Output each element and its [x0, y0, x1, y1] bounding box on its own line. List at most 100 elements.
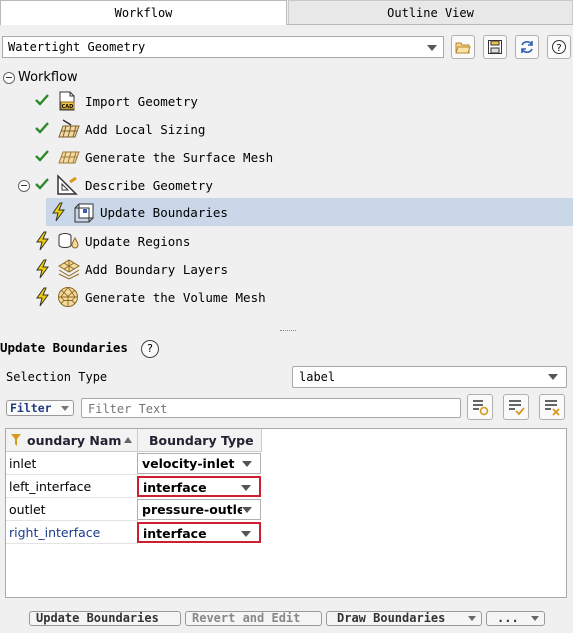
table-header: oundary Nam Boundary Type — [6, 429, 566, 452]
refresh-icon — [521, 41, 533, 53]
checkmark-icon — [35, 150, 49, 162]
describe-geometry-icon — [57, 174, 78, 195]
lightning-icon — [36, 287, 49, 307]
tree-item-label: Import Geometry — [85, 94, 198, 109]
selection-type-select[interactable]: label — [292, 366, 567, 388]
clear-selection-button[interactable] — [539, 394, 565, 420]
draw-boundaries-button[interactable]: Draw Boundaries — [326, 611, 482, 626]
lightning-icon — [36, 259, 49, 279]
boundary-name: outlet — [9, 502, 46, 517]
chevron-down-icon — [242, 461, 252, 467]
boundary-table: oundary Nam Boundary Type inlet velocity… — [5, 428, 567, 598]
tree-item-generate-surface-mesh[interactable]: Generate the Surface Mesh — [0, 143, 573, 171]
chevron-down-icon — [241, 531, 251, 537]
chevron-down-icon — [548, 374, 558, 380]
filter-text-field[interactable] — [81, 398, 461, 418]
filter-settings-icon — [473, 400, 489, 416]
filter-mode-label: Filter — [10, 401, 52, 415]
tree-item-label: Add Boundary Layers — [85, 262, 228, 277]
boundary-name-cell[interactable]: outlet — [6, 498, 138, 521]
panel-splitter[interactable] — [280, 330, 296, 334]
panel-help-button[interactable]: ? — [141, 340, 159, 358]
workflow-help-button[interactable]: ? — [547, 35, 571, 59]
column-header-boundary-name[interactable]: oundary Nam — [6, 429, 138, 452]
boundary-type-value: velocity-inlet — [142, 456, 235, 471]
volume-mesh-icon — [58, 286, 78, 307]
boundary-type-value: interface — [143, 480, 207, 495]
table-row[interactable]: right_interface interface — [6, 521, 566, 544]
tree-item-label: Generate the Volume Mesh — [85, 290, 266, 305]
tree-item-import-geometry[interactable]: CAD Import Geometry — [0, 87, 573, 115]
checkmark-icon — [35, 94, 49, 106]
chevron-down-icon — [61, 406, 69, 411]
filter-mode-button[interactable]: Filter — [6, 400, 74, 416]
check-list-icon — [509, 400, 525, 416]
panel-title: Update Boundaries — [0, 340, 128, 355]
clear-list-icon — [545, 400, 560, 416]
boundary-name-cell[interactable]: inlet — [6, 452, 138, 475]
table-row[interactable]: inlet velocity-inlet — [6, 452, 566, 475]
chevron-down-icon — [427, 45, 437, 51]
lightning-icon — [52, 202, 65, 222]
help-icon: ? — [147, 342, 153, 355]
checkmark-icon — [35, 178, 49, 190]
local-sizing-icon — [58, 119, 80, 138]
tree-item-generate-volume-mesh[interactable]: Generate the Volume Mesh — [0, 283, 573, 311]
table-row[interactable]: outlet pressure-outle — [6, 498, 566, 521]
refresh-workflow-button[interactable] — [515, 35, 539, 59]
tree-item-add-boundary-layers[interactable]: Add Boundary Layers — [0, 255, 573, 283]
filter-options-button[interactable] — [467, 394, 493, 420]
collapse-icon[interactable] — [3, 72, 15, 84]
surface-mesh-icon — [58, 151, 80, 164]
help-icon: ? — [552, 40, 566, 54]
checkmark-icon — [35, 122, 49, 134]
boundary-type-value: interface — [143, 526, 207, 541]
cad-import-icon: CAD — [59, 91, 75, 111]
tab-workflow[interactable]: Workflow — [0, 0, 287, 25]
chevron-down-icon — [242, 507, 252, 513]
tree-item-add-local-sizing[interactable]: Add Local Sizing — [0, 115, 573, 143]
tab-bar: Workflow Outline View — [0, 0, 573, 25]
column-header-boundary-type[interactable]: Boundary Type — [138, 429, 262, 452]
button-label: Draw Boundaries — [337, 611, 446, 625]
boundary-type-select[interactable]: pressure-outle — [137, 499, 261, 520]
boundary-layers-icon — [58, 259, 80, 280]
tree-item-describe-geometry[interactable]: Describe Geometry — [0, 171, 573, 199]
tree-item-label: Update Regions — [85, 234, 191, 249]
selection-type-value: label — [299, 370, 336, 384]
filter-text-input[interactable] — [86, 400, 460, 418]
tab-outline-view[interactable]: Outline View — [288, 0, 573, 24]
boundary-name-cell[interactable]: left_interface — [6, 475, 138, 498]
workflow-type-value: Watertight Geometry — [8, 40, 146, 54]
save-workflow-button[interactable] — [483, 35, 507, 59]
boundary-type-select[interactable]: interface — [137, 522, 261, 543]
button-label: Revert and Edit — [192, 611, 301, 625]
chevron-down-icon — [531, 616, 539, 621]
table-row[interactable]: left_interface interface — [6, 475, 566, 498]
boundary-type-select[interactable]: interface — [137, 476, 261, 497]
collapse-icon[interactable] — [18, 180, 30, 192]
boundary-name: right_interface — [9, 525, 101, 540]
open-workflow-button[interactable] — [451, 35, 475, 59]
filter-funnel-icon — [11, 434, 21, 446]
update-boundaries-button[interactable]: Update Boundaries — [29, 611, 181, 626]
boundary-name-cell[interactable]: right_interface — [6, 521, 138, 544]
workflow-type-select[interactable]: Watertight Geometry — [2, 36, 444, 58]
tree-item-update-regions[interactable]: Update Regions — [0, 227, 573, 255]
tree-item-label: Add Local Sizing — [85, 122, 206, 137]
folder-open-icon — [455, 42, 471, 54]
boundary-type-select[interactable]: velocity-inlet — [137, 453, 261, 474]
column-header-label: oundary Nam — [27, 433, 122, 448]
tree-item-update-boundaries[interactable]: Update Boundaries — [46, 198, 573, 226]
save-icon — [488, 40, 502, 54]
more-options-button[interactable]: ... — [486, 611, 545, 626]
select-all-button[interactable] — [503, 394, 529, 420]
svg-text:CAD: CAD — [62, 104, 74, 110]
revert-and-edit-button[interactable]: Revert and Edit — [185, 611, 322, 626]
tree-item-label: Update Boundaries — [100, 205, 228, 220]
boundary-type-value: pressure-outle — [142, 502, 242, 517]
tree-item-label: Describe Geometry — [85, 178, 213, 193]
selection-type-label: Selection Type — [6, 370, 108, 384]
tree-item-label: Generate the Surface Mesh — [85, 150, 274, 165]
boundary-name: left_interface — [9, 479, 92, 494]
